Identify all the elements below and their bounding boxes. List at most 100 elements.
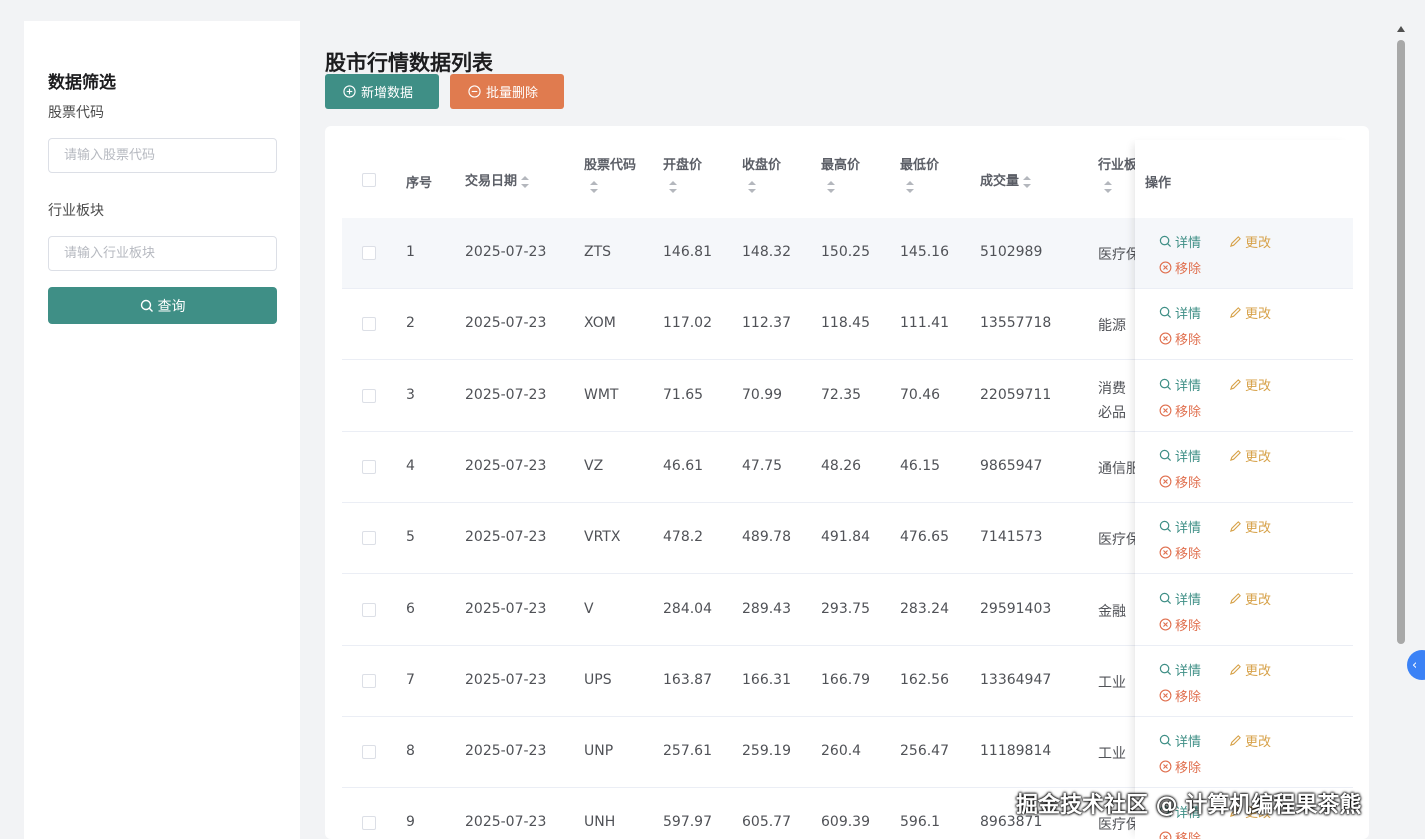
edit-label: 更改	[1245, 307, 1272, 323]
sort-icon[interactable]	[748, 181, 756, 193]
watermark: 掘金技术社区 @ 计算机编程果茶熊	[1016, 793, 1362, 818]
sort-icon[interactable]	[1023, 175, 1032, 188]
stock-code-input[interactable]	[48, 138, 277, 173]
detail-button[interactable]: 详情	[1159, 731, 1201, 750]
remove-button[interactable]: 移除	[1159, 828, 1201, 839]
edit-button[interactable]: 更改	[1229, 517, 1271, 536]
header-high[interactable]: 最高价	[821, 154, 860, 193]
row-checkbox[interactable]	[362, 459, 376, 474]
scroll-up-arrow-icon[interactable]	[1397, 26, 1405, 32]
cell-industry: 消费必品	[1098, 380, 1126, 421]
close-circle-icon	[1159, 404, 1172, 417]
sort-icon[interactable]	[827, 181, 835, 193]
row-checkbox[interactable]	[362, 388, 376, 403]
cell-index: 8	[406, 743, 415, 760]
industry-input[interactable]	[48, 236, 277, 271]
ops-row: 详情 更改移除	[1135, 575, 1353, 646]
cell-industry: 工业	[1098, 746, 1126, 763]
detail-label: 详情	[1175, 449, 1202, 465]
detail-button[interactable]: 详情	[1159, 589, 1201, 608]
cell-volume: 29591403	[980, 600, 1052, 617]
header-close-label: 收盘价	[742, 158, 782, 173]
sort-icon[interactable]	[1104, 181, 1112, 193]
remove-label: 移除	[1175, 404, 1202, 420]
plus-circle-icon	[343, 85, 356, 98]
detail-button[interactable]: 详情	[1159, 660, 1201, 679]
ops-row: 详情 更改移除	[1135, 289, 1353, 361]
industry-label: 行业板块	[48, 203, 104, 219]
header-close[interactable]: 收盘价	[742, 154, 781, 193]
cell-industry: 金融	[1098, 603, 1126, 620]
sort-icon[interactable]	[906, 181, 914, 193]
remove-button[interactable]: 移除	[1159, 258, 1201, 277]
cell-high: 118.45	[821, 315, 870, 332]
cell-volume: 13557718	[980, 315, 1052, 332]
search-icon	[1159, 663, 1172, 675]
header-low[interactable]: 最低价	[900, 154, 939, 193]
edit-button[interactable]: 更改	[1229, 375, 1271, 394]
remove-button[interactable]: 移除	[1159, 686, 1201, 705]
row-checkbox[interactable]	[362, 816, 376, 831]
cell-industry: 通信服	[1098, 460, 1136, 477]
sort-icon[interactable]	[521, 175, 530, 188]
edit-button[interactable]: 更改	[1229, 589, 1271, 608]
header-volume[interactable]: 成交量	[980, 170, 1032, 189]
edit-button[interactable]: 更改	[1229, 232, 1271, 251]
filter-sidebar: 数据筛选 股票代码 行业板块 查询	[24, 21, 300, 839]
search-icon	[1159, 520, 1172, 533]
cell-close: 112.37	[742, 315, 791, 332]
query-button[interactable]: 查询	[48, 287, 277, 324]
header-open[interactable]: 开盘价	[663, 154, 702, 193]
remove-button[interactable]: 移除	[1159, 401, 1201, 420]
cell-code: WMT	[584, 386, 619, 403]
query-button-label: 查询	[157, 298, 186, 315]
add-data-button[interactable]: 新增数据	[325, 74, 439, 109]
header-industry[interactable]: 行业板	[1098, 154, 1137, 193]
edit-label: 更改	[1245, 663, 1272, 679]
cell-high: 166.79	[821, 671, 870, 688]
cell-high: 491.84	[821, 529, 870, 546]
header-date[interactable]: 交易日期	[465, 170, 530, 189]
edit-button[interactable]: 更改	[1229, 731, 1271, 750]
detail-button[interactable]: 详情	[1159, 375, 1201, 394]
close-circle-icon	[1159, 332, 1172, 345]
header-ops: 操作	[1145, 176, 1172, 191]
detail-button[interactable]: 详情	[1159, 446, 1201, 465]
sort-icon[interactable]	[590, 181, 598, 193]
edit-button[interactable]: 更改	[1229, 303, 1271, 322]
cell-industry: 医疗保	[1098, 247, 1136, 263]
remove-button[interactable]: 移除	[1159, 615, 1201, 634]
edit-button[interactable]: 更改	[1229, 446, 1271, 465]
remove-button[interactable]: 移除	[1159, 757, 1201, 776]
stock-code-label: 股票代码	[48, 105, 104, 121]
row-checkbox[interactable]	[362, 673, 376, 688]
side-panel-toggle[interactable]: ‹	[1407, 650, 1425, 680]
detail-button[interactable]: 详情	[1159, 232, 1201, 251]
cell-date: 2025-07-23	[465, 244, 547, 260]
sort-icon[interactable]	[669, 181, 677, 193]
select-all-checkbox[interactable]	[362, 173, 376, 187]
row-checkbox[interactable]	[362, 246, 376, 260]
remove-button[interactable]: 移除	[1159, 329, 1201, 348]
edit-button[interactable]: 更改	[1229, 660, 1271, 679]
detail-button[interactable]: 详情	[1159, 303, 1201, 322]
cell-code: ZTS	[584, 244, 612, 260]
cell-industry: 医疗保	[1098, 532, 1136, 549]
scrollbar-thumb[interactable]	[1397, 40, 1405, 644]
row-checkbox[interactable]	[362, 317, 376, 332]
header-code[interactable]: 股票代码	[584, 154, 636, 193]
cell-date: 2025-07-23	[465, 529, 547, 546]
batch-delete-button[interactable]: 批量删除	[450, 74, 564, 109]
cell-code: UNH	[584, 814, 616, 831]
row-checkbox[interactable]	[362, 602, 376, 617]
edit-label: 更改	[1245, 521, 1272, 537]
row-checkbox[interactable]	[362, 531, 376, 546]
detail-button[interactable]: 详情	[1159, 517, 1201, 536]
cell-volume: 13364947	[980, 671, 1052, 688]
cell-code: XOM	[584, 315, 616, 332]
search-icon	[1159, 449, 1172, 461]
remove-button[interactable]: 移除	[1159, 543, 1201, 562]
remove-label: 移除	[1175, 761, 1202, 777]
remove-button[interactable]: 移除	[1159, 472, 1201, 491]
row-checkbox[interactable]	[362, 745, 376, 760]
